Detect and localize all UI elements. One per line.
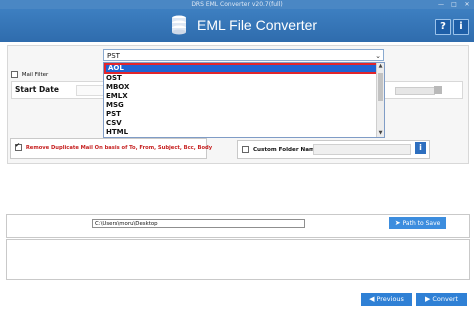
window-title: DRS EML Converter v20.7(full) xyxy=(191,1,283,8)
custom-folder-checkbox[interactable]: Custom Folder Name xyxy=(242,146,319,153)
dropdown-scrollbar[interactable]: ▲ ▼ xyxy=(376,63,384,137)
format-select[interactable]: PST ⌄ xyxy=(103,49,384,61)
format-option-aol[interactable]: AOL xyxy=(104,63,384,74)
custom-folder-label: Custom Folder Name xyxy=(252,147,319,153)
remove-duplicate-checkbox[interactable]: Remove Duplicate Mail On basis of To, Fr… xyxy=(15,142,213,151)
custom-folder-option: Custom Folder Name xyxy=(237,140,430,159)
info-icon[interactable]: i xyxy=(415,142,426,154)
chevron-down-icon: ⌄ xyxy=(375,52,381,60)
log-panel xyxy=(6,239,470,280)
mail-filter-checkbox[interactable]: Mail Filter xyxy=(11,71,48,79)
custom-folder-check[interactable] xyxy=(242,146,249,153)
format-option-pst[interactable]: PST xyxy=(104,110,384,119)
checkbox-checked-icon[interactable] xyxy=(15,142,22,151)
scroll-down-icon[interactable]: ▼ xyxy=(377,130,384,137)
app-title: EML File Converter xyxy=(197,17,318,33)
close-button[interactable]: ✕ xyxy=(462,0,472,9)
save-path-input[interactable]: C:\Users\moru\Desktop xyxy=(92,219,305,228)
path-to-save-label: Path to Save xyxy=(402,220,441,227)
help-button[interactable]: ? xyxy=(435,19,451,35)
format-option-msg[interactable]: MSG xyxy=(104,101,384,110)
previous-button[interactable]: ◀ Previous xyxy=(361,293,412,306)
arrow-left-icon: ◀ xyxy=(369,295,375,303)
convert-label: Convert xyxy=(432,295,459,303)
maximize-button[interactable]: □ xyxy=(449,0,459,9)
path-to-save-button[interactable]: ➤ Path to Save xyxy=(389,217,446,229)
remove-duplicate-option: Remove Duplicate Mail On basis of To, Fr… xyxy=(10,138,212,159)
scroll-up-icon[interactable]: ▲ xyxy=(377,63,384,70)
scroll-thumb[interactable] xyxy=(378,73,383,101)
format-option-ost[interactable]: OST xyxy=(104,74,384,83)
custom-folder-input[interactable] xyxy=(313,144,411,155)
format-select-value: PST xyxy=(107,52,120,60)
window-title-bar: DRS EML Converter v20.7(full) — □ ✕ xyxy=(0,0,474,9)
convert-button[interactable]: ▶ Convert xyxy=(416,293,467,306)
send-icon: ➤ xyxy=(394,219,401,227)
start-date-label: Start Date xyxy=(15,85,59,94)
end-date-input[interactable] xyxy=(395,87,435,95)
mail-filter-label: Mail Filter xyxy=(21,72,49,78)
remove-duplicate-label: Remove Duplicate Mail On basis of To, Fr… xyxy=(25,145,213,151)
mail-filter-check[interactable] xyxy=(11,71,18,78)
format-option-emlx[interactable]: EMLX xyxy=(104,92,384,101)
calendar-icon[interactable] xyxy=(434,86,442,94)
format-option-csv[interactable]: CSV xyxy=(104,119,384,128)
format-option-html[interactable]: HTML xyxy=(104,128,384,137)
info-button[interactable]: i xyxy=(453,19,469,35)
database-logo-icon xyxy=(172,15,186,35)
format-dropdown-list[interactable]: AOL OST MBOX EMLX MSG PST CSV HTML ▲ ▼ xyxy=(103,62,385,138)
previous-label: Previous xyxy=(376,295,404,303)
minimize-button[interactable]: — xyxy=(436,0,446,9)
format-option-mbox[interactable]: MBOX xyxy=(104,83,384,92)
app-header: EML File Converter ? i xyxy=(0,9,474,42)
arrow-right-icon: ▶ xyxy=(424,295,431,303)
